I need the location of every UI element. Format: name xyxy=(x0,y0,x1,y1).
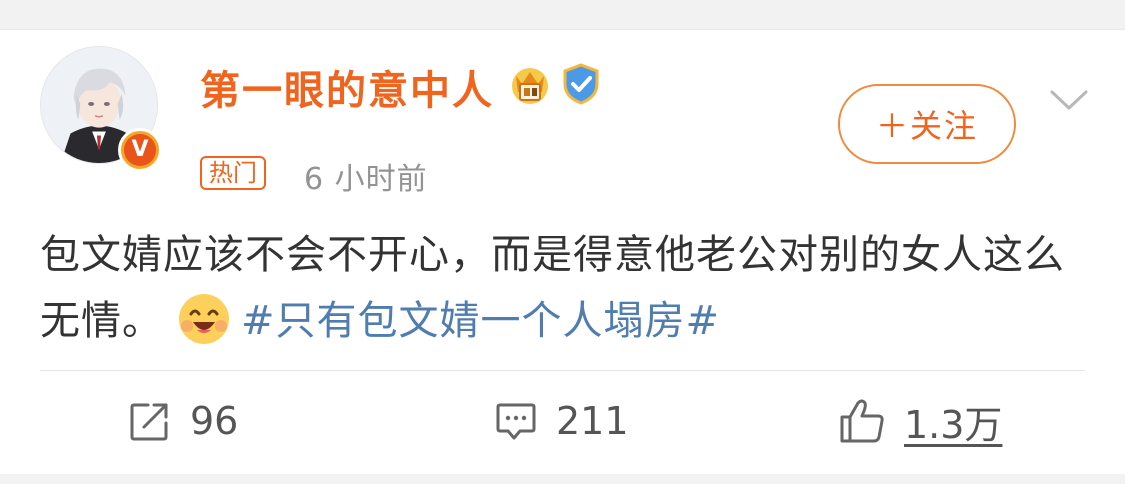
hot-tag: 热门 xyxy=(200,156,266,190)
verified-shield-icon[interactable] xyxy=(560,62,602,106)
repost-count: 96 xyxy=(190,399,239,443)
top-separator xyxy=(0,0,1125,30)
follow-button[interactable]: ＋关注 xyxy=(838,84,1016,164)
post-content: 包文婧应该不会不开心，而是得意他老公对别的女人这么无情。 #只有包文婧一个人塌房… xyxy=(40,222,1090,354)
repost-button[interactable]: 96 xyxy=(128,396,238,446)
comment-button[interactable]: 211 xyxy=(494,396,629,446)
hashtag-link[interactable]: #只有包文婧一个人塌房# xyxy=(241,298,720,344)
username[interactable]: 第一眼的意中人 xyxy=(200,58,494,116)
bottom-separator xyxy=(0,474,1125,484)
post-time: 6 小时前 xyxy=(304,162,428,197)
chevron-down-icon[interactable] xyxy=(1048,84,1090,114)
v-badge-icon: V xyxy=(118,128,162,172)
divider xyxy=(40,370,1085,371)
repost-icon xyxy=(130,403,168,441)
like-button[interactable]: 1.3万 xyxy=(838,396,1003,447)
comment-icon xyxy=(496,403,536,440)
thumbs-up-icon xyxy=(840,399,884,443)
crown-badge-icon[interactable] xyxy=(508,62,552,106)
grinning-emoji-icon xyxy=(179,294,229,344)
comment-count: 211 xyxy=(556,399,629,443)
like-count: 1.3万 xyxy=(904,402,1003,447)
